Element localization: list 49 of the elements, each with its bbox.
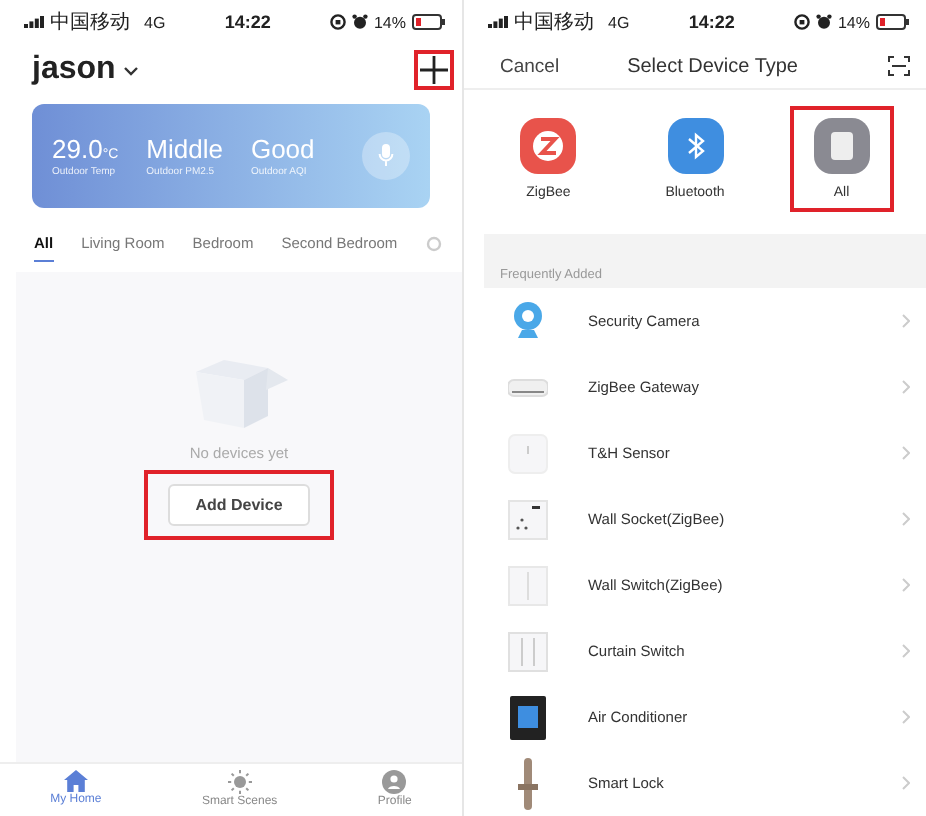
add-device-button[interactable]: Add Device bbox=[167, 484, 311, 526]
weather-value: Middle bbox=[146, 134, 223, 164]
camera-icon bbox=[512, 301, 544, 341]
chevron-right-icon bbox=[902, 710, 910, 724]
chevron-right-icon bbox=[902, 380, 910, 394]
status-time: 14:22 bbox=[222, 12, 273, 32]
network-type: 4G bbox=[608, 13, 630, 31]
chevron-right-icon bbox=[902, 578, 910, 592]
house-icon bbox=[63, 770, 88, 792]
battery-percent: 14% bbox=[837, 13, 870, 31]
gateway-icon bbox=[508, 377, 548, 397]
screen-title: Select Device Type bbox=[627, 55, 798, 77]
sensor-icon bbox=[508, 433, 548, 473]
alarm-icon bbox=[815, 14, 832, 30]
scan-icon[interactable] bbox=[888, 56, 910, 76]
battery-icon bbox=[876, 14, 910, 30]
door-lock-icon bbox=[518, 757, 538, 809]
microphone-icon bbox=[378, 144, 394, 168]
chevron-right-icon bbox=[902, 446, 910, 460]
carrier-name: 中国移动 bbox=[514, 9, 594, 36]
network-type: 4G bbox=[144, 13, 166, 31]
battery-icon bbox=[412, 14, 446, 30]
signal-icon bbox=[488, 16, 508, 28]
chevron-down-icon[interactable] bbox=[123, 65, 138, 75]
cancel-button[interactable]: Cancel bbox=[500, 55, 560, 77]
chevron-right-icon bbox=[902, 644, 910, 658]
home-name[interactable]: jason bbox=[32, 52, 116, 88]
lock-rotation-icon bbox=[793, 14, 810, 30]
alarm-icon bbox=[351, 14, 368, 30]
switch-icon bbox=[508, 565, 548, 605]
add-button[interactable] bbox=[414, 50, 454, 90]
zigbee-icon bbox=[520, 117, 577, 173]
curtain-switch-icon bbox=[508, 631, 548, 671]
person-icon bbox=[382, 770, 407, 794]
chevron-right-icon bbox=[902, 776, 910, 790]
thermostat-icon bbox=[510, 695, 546, 739]
battery-percent: 14% bbox=[373, 13, 406, 31]
bluetooth-icon bbox=[667, 117, 723, 173]
device-icon bbox=[813, 117, 870, 173]
carrier-name: 中国移动 bbox=[50, 9, 130, 36]
sun-icon bbox=[227, 770, 252, 794]
signal-icon bbox=[24, 16, 44, 28]
lock-rotation-icon bbox=[329, 14, 346, 30]
chevron-right-icon bbox=[902, 512, 910, 526]
status-time: 14:22 bbox=[686, 12, 737, 32]
chevron-right-icon bbox=[902, 314, 910, 328]
weather-value: Good bbox=[250, 134, 315, 164]
socket-icon bbox=[508, 499, 548, 539]
plus-icon bbox=[420, 56, 448, 84]
